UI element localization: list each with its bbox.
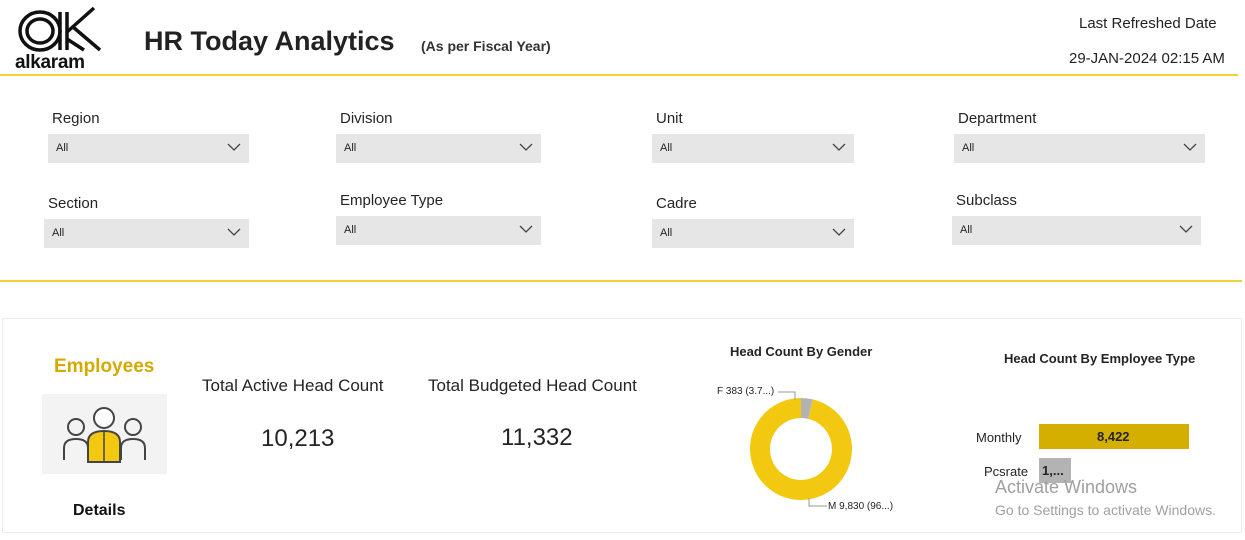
- filter-department-label: Department: [958, 110, 1037, 127]
- gender-donut-chart[interactable]: [745, 393, 857, 505]
- kpi-active-label: Total Active Head Count: [202, 376, 384, 395]
- kpi-active-value: 10,213: [261, 425, 335, 452]
- kpi-budgeted-label: Total Budgeted Head Count: [428, 376, 637, 395]
- last-refreshed-value: 29-JAN-2024 02:15 AM: [1069, 50, 1225, 67]
- donut-slice-f[interactable]: [800, 398, 813, 419]
- filter-section-dropdown[interactable]: All: [44, 219, 249, 248]
- people-group-icon: [42, 394, 167, 474]
- filter-region-dropdown[interactable]: All: [48, 134, 249, 163]
- header-divider: [0, 74, 1238, 76]
- chevron-down-icon: [832, 143, 846, 151]
- bar-category-monthly: Monthly: [976, 430, 1022, 445]
- filter-cadre-label: Cadre: [656, 195, 697, 212]
- logo-wordmark: alkaram: [15, 52, 85, 73]
- label-leader-m: [808, 498, 827, 507]
- activate-windows-title: Activate Windows: [995, 477, 1138, 497]
- gender-chart-title: Head Count By Gender: [730, 344, 873, 359]
- page-subtitle: (As per Fiscal Year): [421, 38, 551, 54]
- filter-subclass-value: All: [960, 224, 973, 236]
- filter-unit-label: Unit: [656, 110, 683, 127]
- filter-section-value: All: [52, 227, 65, 239]
- filter-section-label: Section: [48, 195, 99, 212]
- filter-department-dropdown[interactable]: All: [954, 134, 1205, 163]
- filter-unit-value: All: [660, 142, 673, 154]
- filter-division-value: All: [344, 142, 357, 154]
- chevron-down-icon: [227, 143, 241, 151]
- kpi-budgeted-value: 11,332: [501, 424, 573, 451]
- filter-region-label: Region: [52, 110, 100, 127]
- filter-cadre-dropdown[interactable]: All: [652, 219, 854, 248]
- donut-slice-m[interactable]: [750, 398, 852, 500]
- employee-type-chart-title: Head Count By Employee Type: [1004, 351, 1196, 366]
- filter-subclass-label: Subclass: [956, 192, 1017, 209]
- employees-title: Employees: [54, 356, 155, 377]
- filter-subclass-dropdown[interactable]: All: [952, 216, 1201, 245]
- last-refreshed-label: Last Refreshed Date: [1079, 15, 1217, 32]
- gender-label-m: M 9,830 (96...): [828, 501, 894, 512]
- filter-department-value: All: [962, 142, 975, 154]
- bar-value-monthly: 8,422: [1097, 429, 1130, 444]
- filters-divider: [0, 280, 1242, 282]
- chevron-down-icon: [519, 225, 533, 233]
- gender-label-f: F 383 (3.7...): [717, 386, 775, 397]
- filter-region-value: All: [56, 142, 69, 154]
- chevron-down-icon: [832, 228, 846, 236]
- page-title: HR Today Analytics: [144, 26, 395, 56]
- chevron-down-icon: [1179, 225, 1193, 233]
- filter-cadre-value: All: [660, 227, 673, 239]
- chevron-down-icon: [519, 143, 533, 151]
- label-leader-f: [778, 391, 796, 400]
- chevron-down-icon: [227, 228, 241, 236]
- filter-employee-type-value: All: [344, 224, 357, 236]
- activate-windows-subtitle: Go to Settings to activate Windows.: [995, 502, 1216, 518]
- filter-division-dropdown[interactable]: All: [336, 134, 541, 163]
- filter-employee-type-dropdown[interactable]: All: [336, 216, 541, 245]
- filter-unit-dropdown[interactable]: All: [652, 134, 854, 163]
- bar-value-pcsrate: 1,...: [1042, 463, 1064, 478]
- chevron-down-icon: [1183, 143, 1197, 151]
- details-link[interactable]: Details: [73, 502, 125, 520]
- filter-employee-type-label: Employee Type: [340, 192, 444, 209]
- filter-division-label: Division: [340, 110, 393, 127]
